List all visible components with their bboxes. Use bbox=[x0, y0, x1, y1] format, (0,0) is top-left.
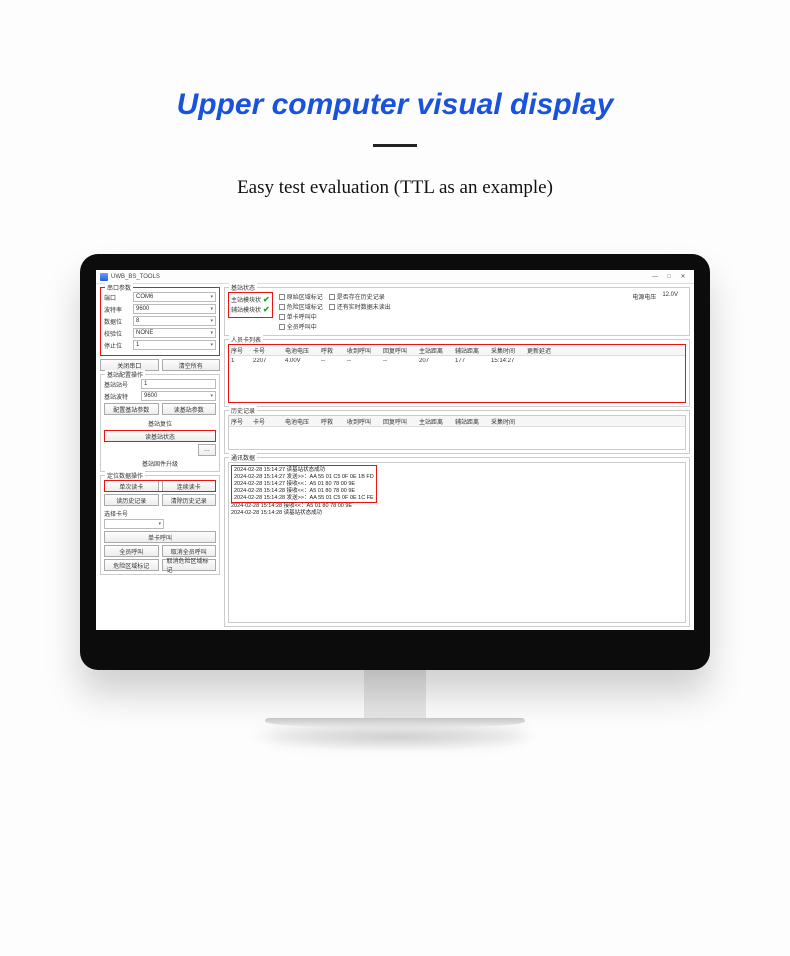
firmware-group-label: 基站固件升级 bbox=[104, 459, 216, 468]
comm-log-group: 通讯数据 2024-02-28 15:14:27 读基站状态成功 2024-02… bbox=[224, 457, 690, 627]
log-line: 2024-02-28 15:14:27 读基站状态成功 bbox=[234, 467, 374, 474]
right-panel: 基站状态 主站模块状 ✔ 辅站模块状 ✔ bbox=[224, 284, 694, 630]
baud-select[interactable]: 9600 bbox=[133, 304, 216, 314]
reset-group-label: 基站复位 bbox=[104, 419, 216, 428]
comm-log-highlight: 2024-02-28 15:14:27 读基站状态成功 2024-02-28 1… bbox=[231, 465, 377, 503]
parity-label: 校验位 bbox=[104, 329, 130, 338]
monitor-bezel: UWB_BS_TOOLS — □ ✕ 串口参数 端口 COM6 bbox=[80, 254, 710, 670]
history-list-group: 历史记录 序号 卡号 电池电压 呼救 收到呼叫 回复呼叫 主站距离 辅站距离 bbox=[224, 410, 690, 454]
checkbox-icon[interactable] bbox=[279, 304, 285, 310]
card-list-title: 人员卡列表 bbox=[229, 335, 263, 344]
checkbox-icon[interactable] bbox=[329, 304, 335, 310]
baud-label: 波特率 bbox=[104, 305, 130, 314]
locate-group-title: 定位数据操作 bbox=[105, 471, 145, 480]
checkbox-icon[interactable] bbox=[329, 294, 335, 300]
continuous-read-button[interactable]: 连续读卡 bbox=[162, 480, 217, 492]
chk-all-call: 全员呼叫中 bbox=[287, 322, 317, 331]
chk-unread-realtime: 还有实时数据未读出 bbox=[337, 302, 391, 311]
read-station-status-button[interactable]: 读基站状态 bbox=[104, 430, 216, 442]
more-button[interactable]: … bbox=[198, 444, 216, 456]
card-list-group: 人员卡列表 序号 卡号 电池电压 呼救 收到呼叫 回复呼叫 主站距离 辅站距离 bbox=[224, 339, 690, 407]
card-list-body: 1 2207 4.00V -- -- -- 207 177 15:14:27 bbox=[229, 356, 685, 402]
history-table: 序号 卡号 电池电压 呼救 收到呼叫 回复呼叫 主站距离 辅站距离 采集时间 bbox=[228, 415, 686, 450]
select-card-dropdown[interactable] bbox=[104, 519, 164, 529]
chk-danger-area: 危险区域标记 bbox=[287, 302, 323, 311]
cancel-danger-mark-button[interactable]: 取消危险区域标记 bbox=[162, 559, 217, 571]
card-list-table: 序号 卡号 电池电压 呼救 收到呼叫 回复呼叫 主站距离 辅站距离 采集时间 更… bbox=[228, 344, 686, 403]
status-checks-col2: 是否存在历史记录 还有实时数据未读出 bbox=[329, 292, 391, 312]
log-line: 2024-02-28 15:14:27 接收<<：A5 01 80 78 00 … bbox=[234, 481, 374, 488]
databits-select[interactable]: 8 bbox=[133, 316, 216, 326]
log-line: 2024-02-28 15:14:28 读基站状态成功 bbox=[231, 510, 683, 517]
clear-history-button[interactable]: 清除历史记录 bbox=[162, 494, 217, 506]
history-list-title: 历史记录 bbox=[229, 406, 257, 415]
chk-single-call: 单卡呼叫中 bbox=[287, 312, 317, 321]
left-panel: 串口参数 端口 COM6 波特率 9600 数据位 8 bbox=[96, 284, 224, 630]
set-station-params-button[interactable]: 配置基站参数 bbox=[104, 403, 159, 415]
title-divider bbox=[373, 144, 417, 147]
single-call-button[interactable]: 单卡呼叫 bbox=[104, 531, 216, 543]
station-id-label: 基站站号 bbox=[104, 380, 138, 389]
voltage-value: 12.0V bbox=[662, 292, 678, 301]
chk-original-area: 原始区域标记 bbox=[287, 292, 323, 301]
read-station-params-button[interactable]: 读基站参数 bbox=[162, 403, 217, 415]
port-label: 端口 bbox=[104, 293, 130, 302]
window-title: UWB_BS_TOOLS bbox=[111, 274, 160, 280]
monitor-mockup: UWB_BS_TOOLS — □ ✕ 串口参数 端口 COM6 bbox=[80, 254, 710, 752]
all-call-button[interactable]: 全员呼叫 bbox=[104, 545, 159, 557]
station-baud-label: 基站波特 bbox=[104, 392, 138, 401]
voltage-label: 电源电压 bbox=[632, 292, 656, 301]
parity-select[interactable]: NONE bbox=[133, 328, 216, 338]
station-status-group: 基站状态 主站模块状 ✔ 辅站模块状 ✔ bbox=[224, 287, 690, 336]
card-list-header: 序号 卡号 电池电压 呼救 收到呼叫 回复呼叫 主站距离 辅站距离 采集时间 更… bbox=[229, 345, 685, 356]
history-header: 序号 卡号 电池电压 呼救 收到呼叫 回复呼叫 主站距离 辅站距离 采集时间 bbox=[229, 416, 685, 427]
window-maximize-button[interactable]: □ bbox=[662, 274, 676, 280]
comm-log-title: 通讯数据 bbox=[229, 453, 257, 462]
read-history-button[interactable]: 读历史记录 bbox=[104, 494, 159, 506]
monitor-stand-neck bbox=[364, 670, 426, 718]
window-minimize-button[interactable]: — bbox=[648, 274, 662, 280]
window-close-button[interactable]: ✕ bbox=[676, 273, 690, 280]
check-icon: ✔ bbox=[263, 295, 270, 304]
stopbits-select[interactable]: 1 bbox=[133, 340, 216, 350]
station-baud-select[interactable]: 9600 bbox=[141, 391, 216, 401]
comm-log-area[interactable]: 2024-02-28 15:14:27 读基站状态成功 2024-02-28 1… bbox=[228, 462, 686, 623]
app-window: UWB_BS_TOOLS — □ ✕ 串口参数 端口 COM6 bbox=[96, 270, 694, 630]
window-titlebar: UWB_BS_TOOLS — □ ✕ bbox=[96, 270, 694, 284]
danger-mark-button[interactable]: 危险区域标记 bbox=[104, 559, 159, 571]
station-id-input[interactable]: 1 bbox=[141, 379, 216, 389]
history-body bbox=[229, 427, 685, 449]
clear-all-button[interactable]: 清空所有 bbox=[162, 359, 221, 371]
serial-params-group: 串口参数 端口 COM6 波特率 9600 数据位 8 bbox=[100, 287, 220, 356]
station-config-group: 基站配置操作 基站站号 1 基站波特 9600 配置基站参数 读基站参数 bbox=[100, 374, 220, 472]
single-read-button[interactable]: 单次读卡 bbox=[104, 480, 159, 492]
page-title: Upper computer visual display bbox=[0, 88, 790, 122]
select-card-label: 选择卡号 bbox=[104, 509, 216, 518]
voltage-display: 电源电压 12.0V bbox=[632, 292, 686, 301]
log-line: 2024-02-28 15:14:28 接收<<：A5 01 80 78 00 … bbox=[234, 488, 374, 495]
chk-has-history: 是否存在历史记录 bbox=[337, 292, 385, 301]
page-subtitle: Easy test evaluation (TTL as an example) bbox=[0, 177, 790, 199]
status-checks-col1: 原始区域标记 危险区域标记 单卡呼叫中 全员呼叫中 bbox=[279, 292, 323, 332]
check-icon: ✔ bbox=[263, 305, 270, 314]
main-status-label: 主站模块状 bbox=[231, 295, 261, 304]
table-row[interactable]: 1 2207 4.00V -- -- -- 207 177 15:14:27 bbox=[229, 356, 685, 366]
config-group-title: 基站配置操作 bbox=[105, 370, 145, 379]
status-indicators: 主站模块状 ✔ 辅站模块状 ✔ bbox=[228, 292, 273, 318]
locate-ops-group: 定位数据操作 单次读卡 连续读卡 读历史记录 清除历史记录 选择卡号 单卡呼叫 bbox=[100, 475, 220, 575]
station-status-title: 基站状态 bbox=[229, 283, 257, 292]
monitor-shadow bbox=[245, 722, 545, 752]
log-line: 2024-02-28 15:14:27 发送>>：AA 55 01 C5 0F … bbox=[234, 474, 374, 481]
checkbox-icon[interactable] bbox=[279, 294, 285, 300]
port-select[interactable]: COM6 bbox=[133, 292, 216, 302]
log-line: 2024-02-28 15:14:28 发送>>：AA 55 01 C5 0F … bbox=[234, 495, 374, 502]
databits-label: 数据位 bbox=[104, 317, 130, 326]
checkbox-icon[interactable] bbox=[279, 324, 285, 330]
app-icon bbox=[100, 273, 108, 281]
stopbits-label: 停止位 bbox=[104, 341, 130, 350]
aux-status-label: 辅站模块状 bbox=[231, 305, 261, 314]
checkbox-icon[interactable] bbox=[279, 314, 285, 320]
serial-group-title: 串口参数 bbox=[105, 283, 133, 292]
